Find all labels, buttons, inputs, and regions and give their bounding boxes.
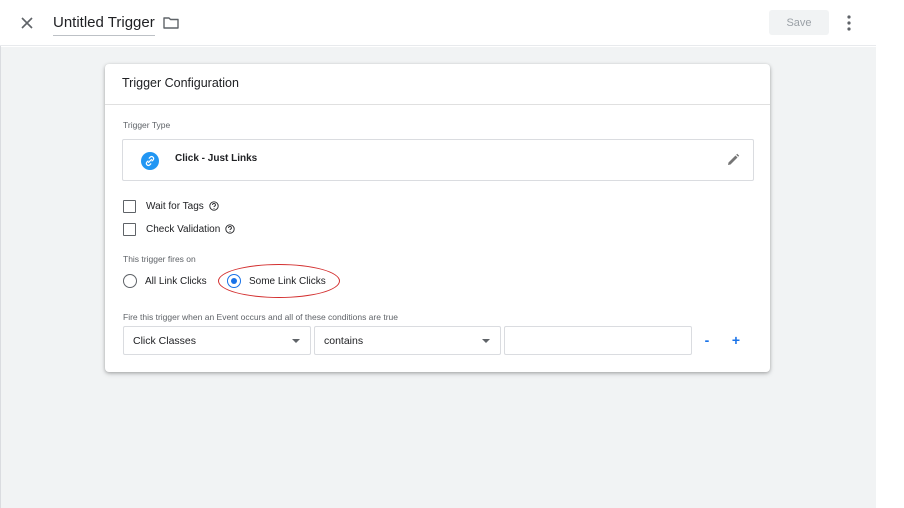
all-link-clicks-option[interactable]: All Link Clicks	[123, 273, 207, 289]
wait-for-tags-checkbox[interactable]	[123, 199, 136, 213]
dropdown-arrow-icon	[482, 339, 490, 343]
more-vert-icon[interactable]	[842, 13, 856, 33]
condition-variable-value: Click Classes	[133, 335, 197, 347]
check-validation-label: Check Validation	[146, 223, 221, 235]
condition-operator-select[interactable]: contains	[314, 326, 501, 355]
check-validation-checkbox[interactable]	[123, 222, 136, 236]
save-button[interactable]: Save	[769, 10, 829, 35]
add-condition-button[interactable]: +	[728, 331, 744, 349]
card-divider	[105, 104, 770, 105]
fires-on-label: This trigger fires on	[123, 254, 196, 264]
check-validation-option[interactable]: Check Validation	[123, 221, 235, 237]
wait-for-tags-label: Wait for Tags	[146, 200, 204, 212]
condition-variable-select[interactable]: Click Classes	[123, 326, 311, 355]
trigger-name-field[interactable]: Untitled Trigger	[53, 12, 155, 36]
some-link-clicks-radio[interactable]	[227, 274, 241, 288]
remove-condition-button[interactable]: -	[699, 331, 715, 349]
pencil-icon[interactable]	[725, 152, 741, 168]
conditions-label: Fire this trigger when an Event occurs a…	[123, 312, 398, 322]
editor-header: Untitled Trigger Save	[0, 0, 876, 46]
folder-icon[interactable]	[162, 14, 180, 32]
some-link-clicks-label: Some Link Clicks	[249, 275, 326, 287]
trigger-type-label: Trigger Type	[123, 120, 171, 130]
page-title: Untitled Trigger	[53, 14, 155, 31]
some-link-clicks-option[interactable]: Some Link Clicks	[227, 273, 326, 289]
all-link-clicks-label: All Link Clicks	[145, 275, 207, 287]
trigger-type-value: Click - Just Links	[175, 153, 258, 164]
condition-value-input[interactable]	[504, 326, 692, 355]
close-icon[interactable]	[17, 13, 37, 33]
help-icon[interactable]	[225, 224, 235, 234]
help-icon[interactable]	[209, 201, 219, 211]
all-link-clicks-radio[interactable]	[123, 274, 137, 288]
condition-operator-value: contains	[324, 335, 364, 347]
wait-for-tags-option[interactable]: Wait for Tags	[123, 198, 219, 214]
right-strip	[876, 0, 904, 508]
trigger-configuration-card: Trigger Configuration Trigger Type Click…	[105, 64, 770, 372]
link-icon	[141, 152, 159, 170]
dropdown-arrow-icon	[292, 339, 300, 343]
trigger-type-selector[interactable]: Click - Just Links	[122, 139, 754, 181]
card-title: Trigger Configuration	[122, 76, 239, 90]
